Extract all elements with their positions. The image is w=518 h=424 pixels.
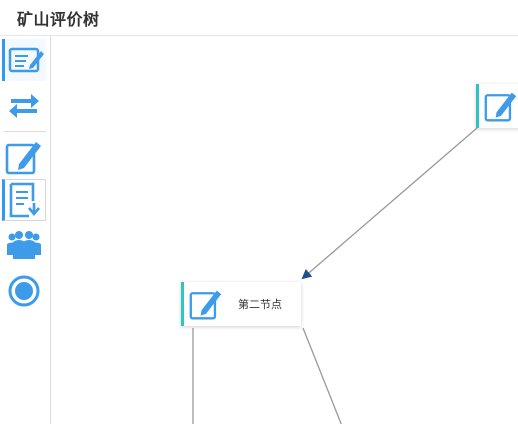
edit-pencil-icon [479, 89, 518, 123]
toolbar-divider [4, 131, 46, 132]
team-tool-button[interactable] [2, 225, 46, 267]
tree-link [301, 127, 478, 280]
transfer-tool-button[interactable] [2, 84, 46, 126]
tree-canvas[interactable]: 第二节点 [51, 36, 518, 424]
team-users-icon [7, 231, 41, 259]
title-bar: 矿山评价树 [0, 0, 518, 36]
edit-card-tool-button[interactable] [2, 39, 46, 81]
document-download-tool-button[interactable] [2, 179, 46, 221]
tree-link [302, 327, 342, 424]
tree-node-second[interactable]: 第二节点 [181, 282, 301, 326]
page-title: 矿山评价树 [17, 10, 100, 29]
transfer-arrows-icon [9, 94, 39, 118]
tree-node-root[interactable] [476, 84, 518, 128]
document-download-icon [9, 182, 40, 218]
left-toolbar [0, 36, 51, 424]
tree-node-label: 第二节点 [238, 298, 282, 311]
record-circle-icon [8, 275, 40, 307]
edit-tool-button[interactable] [2, 136, 46, 178]
edit-pencil-icon [184, 287, 228, 321]
tree-links [192, 127, 478, 424]
edit-pencil-icon [5, 142, 41, 175]
record-tool-button[interactable] [2, 270, 46, 312]
edit-card-icon [8, 47, 44, 73]
